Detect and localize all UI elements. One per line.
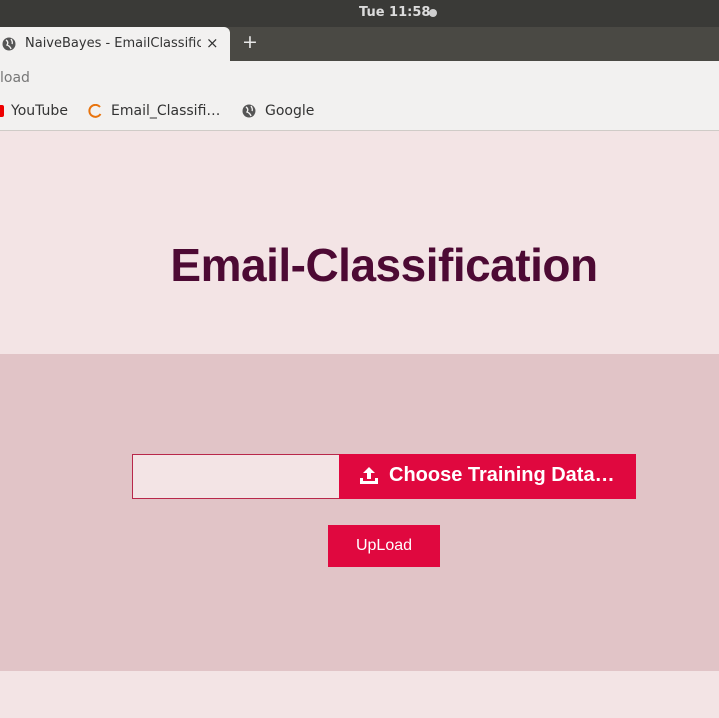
bookmark-email-classification[interactable]: Email_Classifi…: [111, 103, 220, 119]
browser-tab-active[interactable]: NaiveBayes - EmailClassification ×: [0, 27, 230, 61]
new-tab-button[interactable]: +: [242, 31, 258, 53]
choose-training-data-button[interactable]: Choose Training Data…: [339, 454, 636, 499]
choose-training-data-label: Choose Training Data…: [389, 464, 615, 486]
system-clock[interactable]: Tue 11:58: [359, 5, 430, 20]
globe-icon: [2, 37, 16, 51]
url-text[interactable]: load: [0, 70, 30, 86]
status-dot-icon: [429, 9, 437, 17]
globe-icon: [242, 104, 256, 118]
page-title: Email-Classification: [170, 239, 598, 291]
address-bar[interactable]: load: [0, 61, 719, 95]
tab-title: NaiveBayes - EmailClassification: [25, 36, 201, 51]
upload-form-section: Choose Training Data… UpLoad: [0, 354, 719, 671]
upload-icon: [360, 467, 378, 484]
bookmarks-bar: YouTube Email_Classifi… Google: [0, 95, 719, 131]
upload-button[interactable]: UpLoad: [328, 525, 440, 567]
system-top-bar: Tue 11:58: [0, 0, 719, 27]
youtube-icon: [0, 105, 4, 117]
browser-tab-strip: NaiveBayes - EmailClassification × +: [0, 27, 719, 61]
loading-spinner-icon: [88, 104, 102, 118]
file-name-field[interactable]: [132, 454, 340, 499]
bookmark-youtube[interactable]: YouTube: [11, 103, 68, 119]
close-tab-icon[interactable]: ×: [206, 34, 219, 52]
bookmark-google[interactable]: Google: [265, 103, 314, 119]
